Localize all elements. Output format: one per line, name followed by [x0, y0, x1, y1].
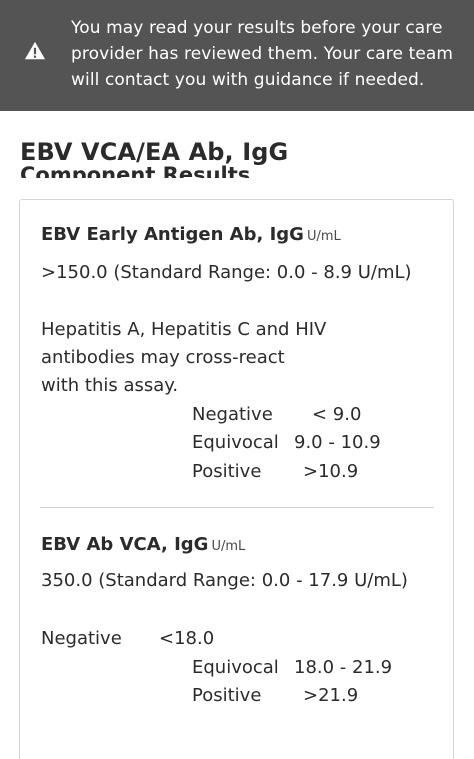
interpretation-range: >10.9	[303, 461, 359, 482]
warning-icon	[24, 41, 46, 60]
component-name-text: EBV Ab VCA, IgG	[41, 534, 209, 555]
component-divider	[40, 507, 434, 508]
component-comment-line: antibodies may cross-react	[41, 347, 285, 368]
component-comment-line: Hepatitis A, Hepatitis C and HIV	[41, 319, 327, 340]
banner-message: You may read your results before your ca…	[71, 18, 454, 90]
section-heading: Component Results	[20, 163, 251, 178]
interpretation-range: >21.9	[303, 685, 359, 706]
interpretation-label: Equivocal	[192, 657, 279, 678]
component-name-text: EBV Early Antigen Ab, IgG	[41, 224, 304, 245]
interpretation-range: <18.0	[159, 628, 215, 649]
component-value: >150.0 (Standard Range: 0.0 - 8.9 U/mL)	[41, 262, 412, 283]
component-value: 350.0 (Standard Range: 0.0 - 17.9 U/mL)	[41, 570, 408, 591]
interpretation-range: 9.0 - 10.9	[294, 432, 381, 453]
interpretation-label: Equivocal	[192, 432, 279, 453]
component-name: EBV Ab VCA, IgG U/mL	[41, 534, 245, 555]
interpretation-label: Positive	[192, 685, 262, 706]
component-name: EBV Early Antigen Ab, IgG U/mL	[41, 224, 341, 245]
review-notice-banner: You may read your results before your ca…	[0, 0, 474, 111]
component-unit: U/mL	[211, 539, 246, 554]
component-unit: U/mL	[306, 229, 341, 244]
interpretation-range: < 9.0	[312, 404, 362, 425]
interpretation-range: 18.0 - 21.9	[294, 657, 393, 678]
interpretation-label: Negative	[41, 628, 122, 649]
section-heading-clipped: Component Results	[20, 158, 320, 178]
component-comment-line: with this assay.	[41, 375, 179, 396]
interpretation-label: Negative	[192, 404, 273, 425]
interpretation-label: Positive	[192, 461, 262, 482]
